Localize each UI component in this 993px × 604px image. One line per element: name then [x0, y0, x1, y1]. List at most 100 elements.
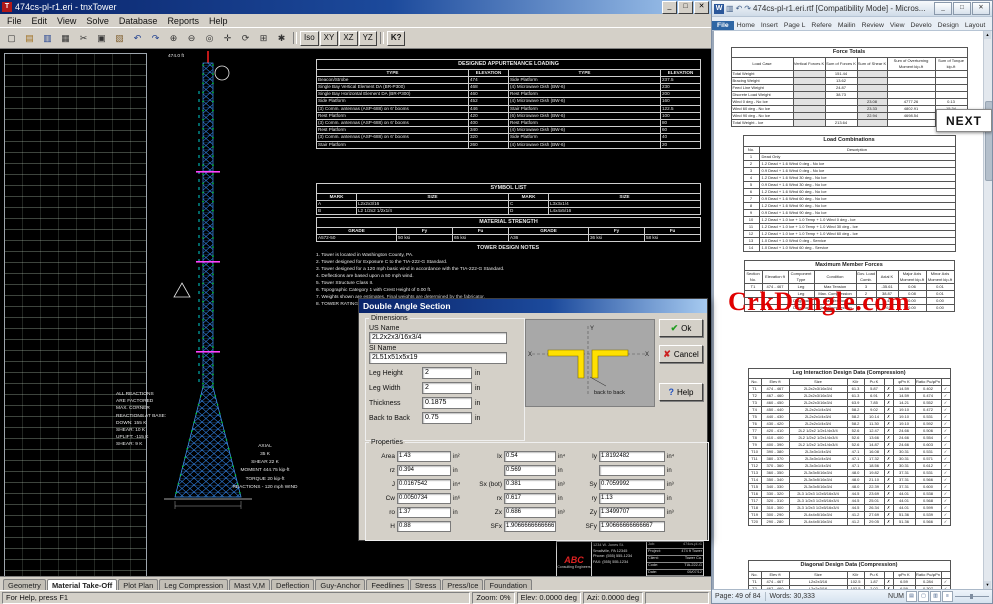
ribbon-tab[interactable]: Page L [781, 21, 809, 30]
close-button[interactable]: ✕ [972, 2, 990, 15]
property-input[interactable] [599, 465, 665, 476]
bottom-tab[interactable]: Plot Plan [118, 579, 158, 590]
si-name-input[interactable]: 2L51x51x5x19 [369, 352, 507, 364]
property-input[interactable]: 0.686 [504, 507, 556, 518]
scroll-up-arrow[interactable]: ▲ [984, 31, 991, 39]
next-overlay-button[interactable]: NEXT [936, 109, 992, 132]
grid-icon[interactable]: ⊞ [255, 30, 272, 46]
property-input[interactable]: 0.381 [504, 479, 556, 490]
print-layout-icon[interactable]: ▤ [906, 591, 917, 602]
menu-item[interactable]: Database [114, 16, 163, 26]
context-help-button[interactable]: K? [387, 31, 406, 46]
redo-icon[interactable]: ↷ [744, 4, 751, 13]
undo-icon[interactable]: ↶ [129, 30, 146, 46]
paste-icon[interactable]: ▧ [111, 30, 128, 46]
bottom-tab[interactable]: Geometry [3, 579, 46, 590]
open-icon[interactable]: ▤ [21, 30, 38, 46]
help-button[interactable]: ?Help [659, 383, 703, 401]
property-input[interactable]: 1.13 [599, 493, 665, 504]
bottom-tab[interactable]: Deflection [271, 579, 314, 590]
close-button[interactable]: ✕ [694, 1, 709, 14]
ribbon-tab[interactable]: Insert [758, 21, 781, 30]
maximize-button[interactable]: □ [953, 2, 971, 15]
property-input[interactable]: 0.88 [397, 521, 451, 532]
tnx-title-bar[interactable]: T 474cs-pl-r1.eri - tnxTower _□✕ [0, 0, 711, 14]
zoom-slider-knob[interactable] [970, 594, 973, 599]
full-screen-icon[interactable]: ▢ [918, 591, 929, 602]
view-orientation-button[interactable]: Iso [300, 31, 319, 46]
ribbon-tab[interactable]: File [712, 21, 734, 30]
property-input[interactable]: 1.90666666666667 [504, 521, 556, 532]
dimension-input[interactable]: 0.1875 [422, 397, 472, 409]
bottom-tab[interactable]: Stress [410, 579, 441, 590]
dialog-title-bar[interactable]: Double Angle Section [359, 299, 707, 313]
ribbon-tab[interactable]: Mailin [835, 21, 859, 30]
ribbon-tab[interactable]: Home [734, 21, 758, 30]
property-input[interactable]: 1.90666666666667 [599, 521, 665, 532]
zoom-slider[interactable] [955, 596, 989, 597]
print-icon[interactable]: ▦ [57, 30, 74, 46]
menu-item[interactable]: Solve [81, 16, 114, 26]
maximize-button[interactable]: □ [678, 1, 693, 14]
view-orientation-button[interactable]: XZ [339, 31, 357, 46]
menu-item[interactable]: File [2, 16, 27, 26]
save-icon[interactable]: ▥ [39, 30, 56, 46]
ribbon-tab[interactable]: Layout [962, 21, 988, 30]
ribbon-tab[interactable]: Design [935, 21, 962, 30]
property-input[interactable]: 0.0050734 [397, 493, 451, 504]
ribbon-tab[interactable]: Develo [907, 21, 934, 30]
dimension-input[interactable]: 0.75 [422, 412, 472, 424]
pan-icon[interactable]: ✛ [219, 30, 236, 46]
us-name-input[interactable]: 2L2x2x3/16x3/4 [369, 332, 507, 344]
draft-view-icon[interactable]: ≡ [942, 591, 953, 602]
bottom-tab[interactable]: Feedlines [366, 579, 409, 590]
cut-icon[interactable]: ✂ [75, 30, 92, 46]
zoom-out-icon[interactable]: ⊖ [183, 30, 200, 46]
property-input[interactable]: 0.54 [504, 451, 556, 462]
bottom-tab[interactable]: Press/Ice [442, 579, 483, 590]
undo-icon[interactable]: ↶ [736, 4, 743, 13]
property-input[interactable]: 0.617 [504, 493, 556, 504]
copy-icon[interactable]: ▣ [93, 30, 110, 46]
cancel-button[interactable]: ✘Cancel [659, 345, 703, 363]
dimension-input[interactable]: 2 [422, 367, 472, 379]
bottom-tab[interactable]: Leg Compression [159, 579, 228, 590]
property-input[interactable]: 0.394 [397, 465, 451, 476]
bottom-tab[interactable]: Material Take-Off [47, 579, 117, 590]
ribbon-tab[interactable]: Refere [808, 21, 834, 30]
menu-item[interactable]: View [52, 16, 81, 26]
ribbon-tab[interactable]: View [887, 21, 908, 30]
ok-button[interactable]: ✔Ok [659, 319, 703, 337]
status-page-count[interactable]: Page: 49 of 84 [715, 593, 761, 600]
view-orientation-button[interactable]: YZ [359, 31, 377, 46]
bottom-tab[interactable]: Foundation [484, 579, 532, 590]
view-orientation-button[interactable]: XY [320, 31, 339, 46]
new-icon[interactable]: ▢ [3, 30, 20, 46]
property-input[interactable]: 1.3499707 [599, 507, 665, 518]
property-input[interactable]: 1.43 [397, 451, 451, 462]
zoom-in-icon[interactable]: ⊕ [165, 30, 182, 46]
save-icon[interactable]: ▥ [726, 4, 734, 13]
menu-item[interactable]: Edit [27, 16, 53, 26]
web-layout-icon[interactable]: ▥ [930, 591, 941, 602]
status-word-count[interactable]: Words: 30,333 [770, 593, 815, 600]
zoom-extents-icon[interactable]: ◎ [201, 30, 218, 46]
property-input[interactable]: 0.569 [504, 465, 556, 476]
options-icon[interactable]: ✱ [273, 30, 290, 46]
bottom-tab[interactable]: Mast V,M [229, 579, 270, 590]
dimension-input[interactable]: 2 [422, 382, 472, 394]
menu-item[interactable]: Reports [162, 16, 204, 26]
ribbon-tab[interactable]: Review [859, 21, 887, 30]
word-title-bar[interactable]: W ▥↶↷ 474cs-pl-r1.eri.rtf [Compatibility… [712, 1, 992, 17]
property-input[interactable]: 0.7059992 [599, 479, 665, 490]
bottom-tab[interactable]: Guy-Anchor [315, 579, 365, 590]
rotate-icon[interactable]: ⟳ [237, 30, 254, 46]
menu-item[interactable]: Help [204, 16, 233, 26]
minimize-button[interactable]: _ [934, 2, 952, 15]
scroll-down-arrow[interactable]: ▼ [984, 581, 991, 589]
property-input[interactable]: 1.8192482 [599, 451, 665, 462]
minimize-button[interactable]: _ [662, 1, 677, 14]
redo-icon[interactable]: ↷ [147, 30, 164, 46]
property-input[interactable]: 0.0167542 [397, 479, 451, 490]
property-input[interactable]: 1.37 [397, 507, 451, 518]
